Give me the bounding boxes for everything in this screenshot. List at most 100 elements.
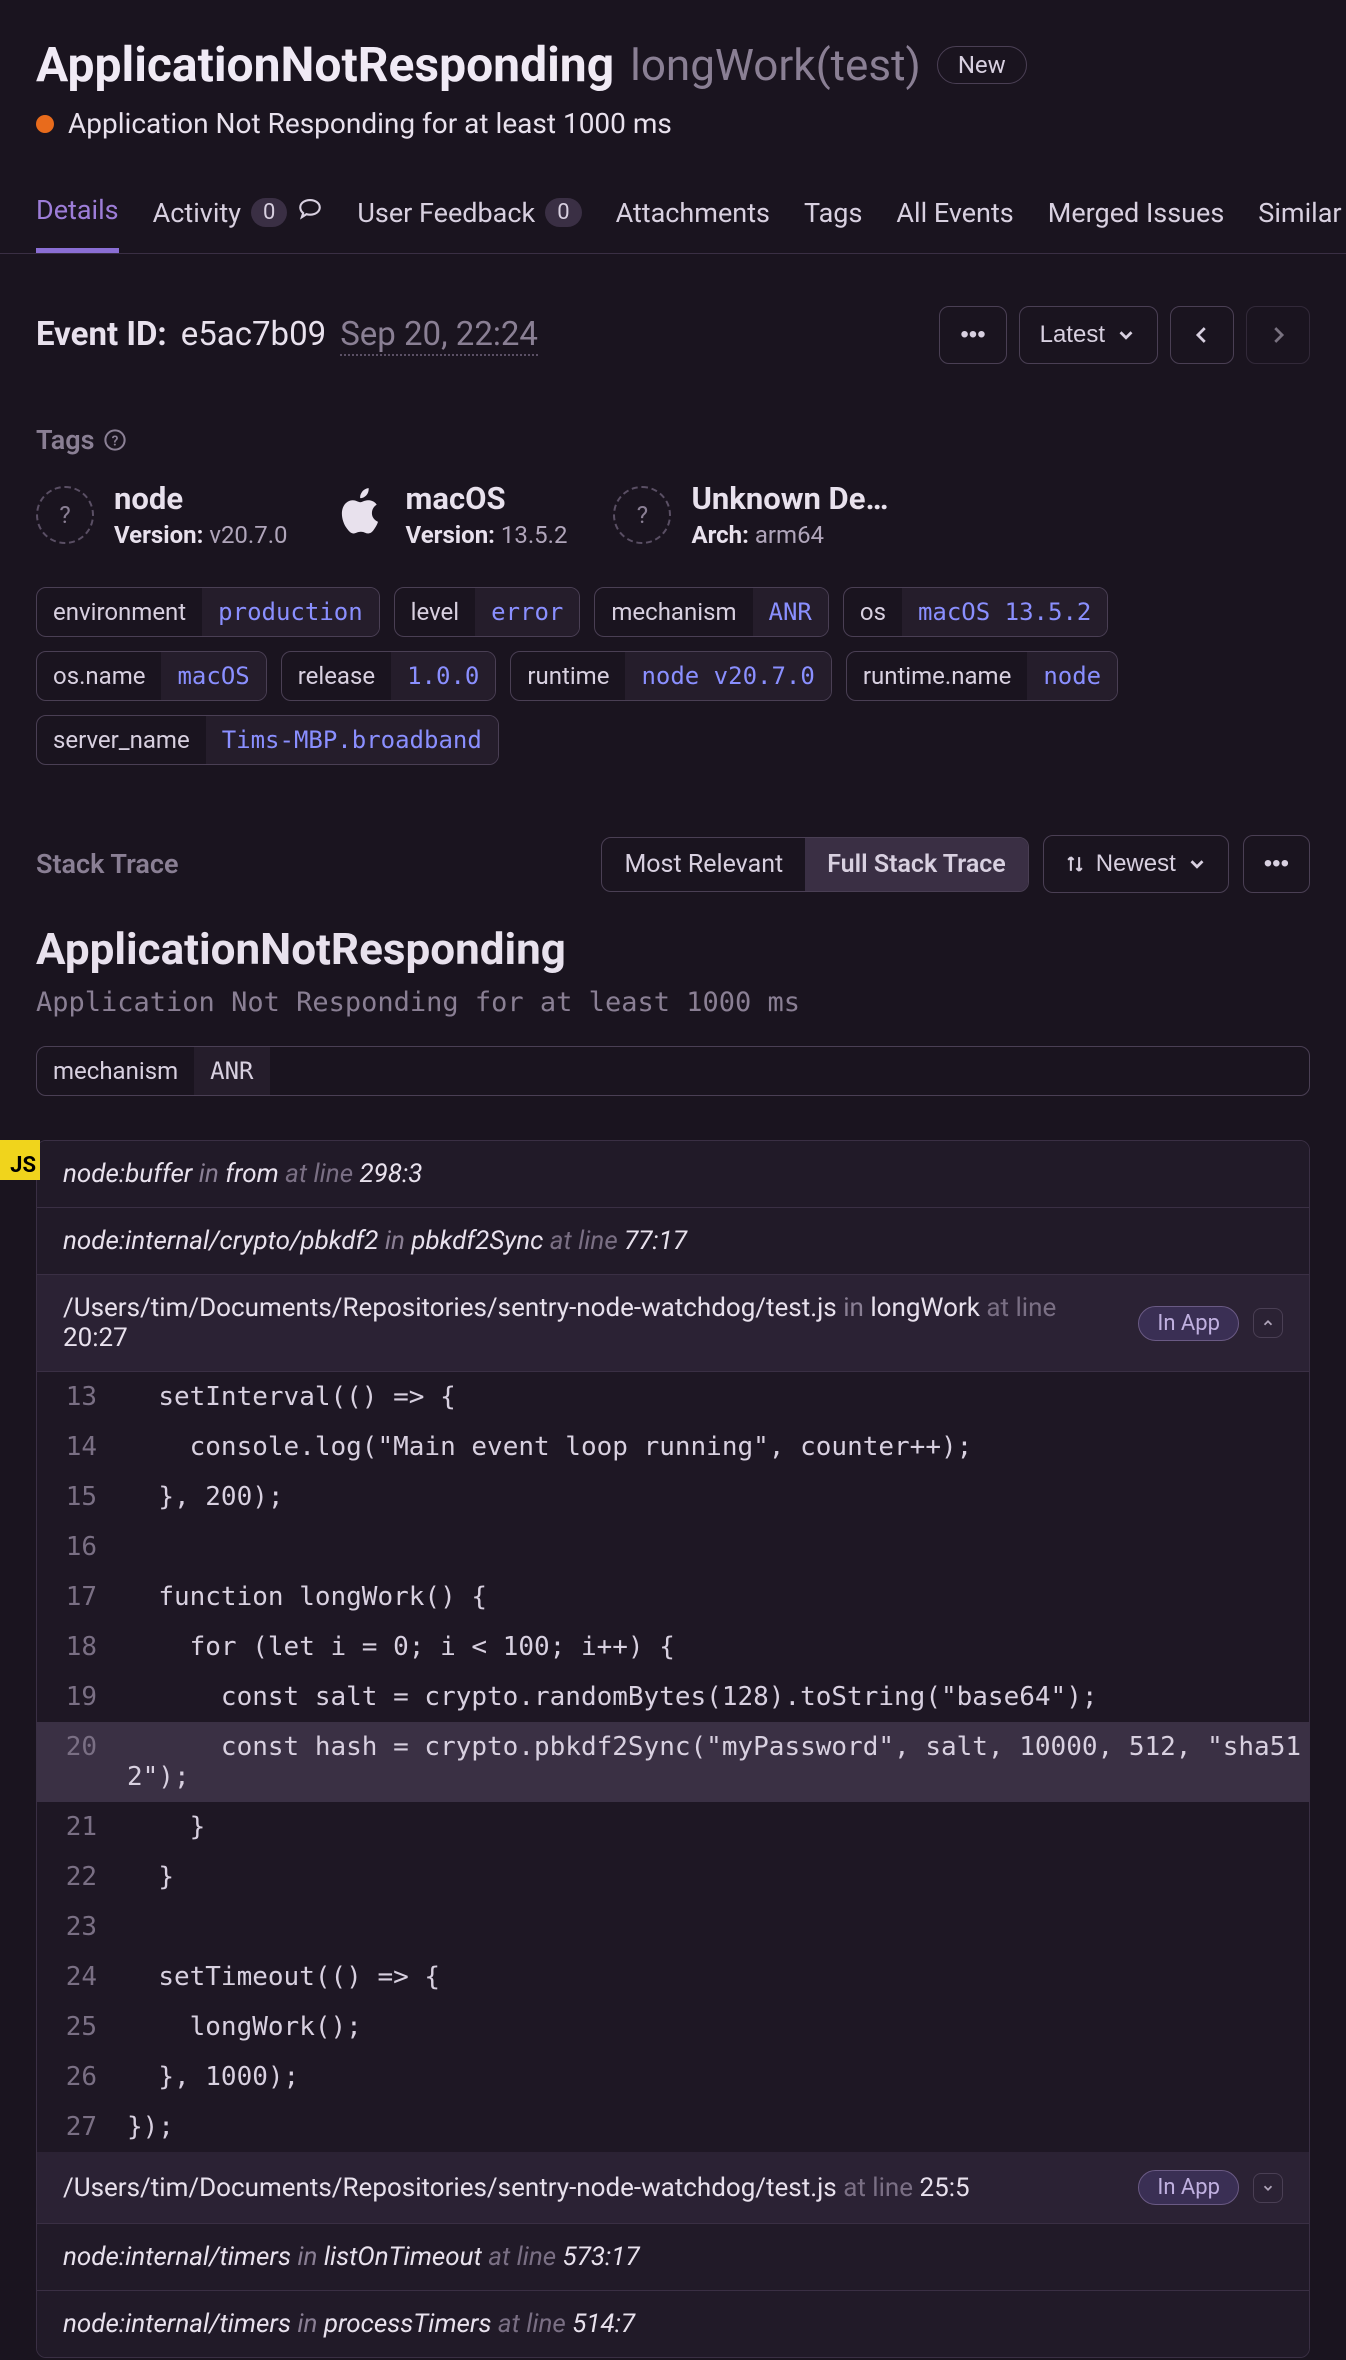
code-text: }, 200); [117,1472,1309,1522]
tags-section-heading: Tags [36,424,94,456]
line-number: 23 [37,1902,117,1952]
tag-value: node v20.7.0 [625,652,830,700]
tab-label: Activity [153,197,241,229]
tab-count-badge: 0 [545,198,581,227]
context-item-macos[interactable]: macOSVersion: 13.5.2 [334,480,568,549]
level-indicator-icon [36,115,54,133]
context-name: Unknown De… [691,480,888,517]
code-line: 15 }, 200); [37,1472,1309,1522]
frame-system[interactable]: node:buffer in from at line 298:3 [37,1141,1309,1208]
tag-release[interactable]: release1.0.0 [281,651,497,701]
frame-system[interactable]: node:internal/timers in listOnTimeout at… [37,2224,1309,2291]
tab-merged-issues[interactable]: Merged Issues [1048,194,1225,253]
tag-os[interactable]: osmacOS 13.5.2 [843,587,1108,637]
code-text: setInterval(() => { [117,1372,1309,1422]
tag-mechanism[interactable]: mechanismANR [594,587,829,637]
code-line: 17 function longWork() { [37,1572,1309,1622]
stack-view-full[interactable]: Full Stack Trace [805,838,1028,891]
code-text: setTimeout(() => { [117,1952,1309,2002]
context-item-unknownde[interactable]: ? Unknown De… Arch: arm64 [613,480,888,549]
code-line: 23 [37,1902,1309,1952]
event-next-button[interactable] [1246,306,1310,364]
tag-value: macOS 13.5.2 [902,588,1107,636]
tag-environment[interactable]: environmentproduction [36,587,380,637]
code-text: const hash = crypto.pbkdf2Sync("myPasswo… [117,1722,1309,1802]
frame-app[interactable]: /Users/tim/Documents/Repositories/sentry… [37,2152,1309,2224]
stack-sort-dropdown[interactable]: Newest [1043,835,1229,893]
stack-more-menu[interactable]: ••• [1243,835,1310,893]
event-id-label: Event ID: [36,315,167,354]
tag-key: runtime [511,652,625,700]
frame-line: 573:17 [563,2242,640,2272]
frame-system[interactable]: node:internal/crypto/pbkdf2 in pbkdf2Syn… [37,1208,1309,1275]
event-timestamp[interactable]: Sep 20, 22:24 [340,315,538,356]
tab-tags[interactable]: Tags [804,194,862,253]
frame-toggle-button[interactable] [1253,2173,1283,2203]
frame-toggle-button[interactable] [1253,1308,1283,1338]
help-icon[interactable]: ? [104,429,126,451]
event-prev-button[interactable] [1170,306,1234,364]
frame-app[interactable]: /Users/tim/Documents/Repositories/sentry… [37,1275,1309,1372]
tab-user-feedback[interactable]: User Feedback 0 [357,194,581,253]
tab-similar[interactable]: Similar [1258,194,1341,253]
code-text: }); [117,2102,1309,2152]
frame-list: node:buffer in from at line 298:3node:in… [36,1140,1310,2358]
tag-runtime-name[interactable]: runtime.namenode [846,651,1118,701]
stack-sort-label: Newest [1096,850,1176,878]
code-line: 22 } [37,1852,1309,1902]
event-actions-menu[interactable]: ••• [939,306,1006,364]
tag-key: mechanism [37,1047,194,1095]
tab-label: User Feedback [357,197,535,229]
exception-mechanism-tag[interactable]: mechanism ANR [36,1046,1310,1096]
frame-path: /Users/tim/Documents/Repositories/sentry… [63,2173,837,2203]
line-number: 27 [37,2102,117,2152]
code-line: 24 setTimeout(() => { [37,1952,1309,2002]
tag-value: ANR [194,1047,269,1095]
tab-label: Merged Issues [1048,197,1225,229]
line-number: 17 [37,1572,117,1622]
tag-runtime[interactable]: runtimenode v20.7.0 [510,651,831,701]
unknown-icon: ? [36,486,94,544]
tags-row: environmentproduction levelerror mechanism… [0,549,1346,765]
line-number: 15 [37,1472,117,1522]
tag-os-name[interactable]: os.namemacOS [36,651,267,701]
event-latest-label: Latest [1040,321,1105,349]
stack-view-most-relevant[interactable]: Most Relevant [602,838,805,891]
tag-value: node [1027,652,1117,700]
stack-trace-heading: Stack Trace [36,848,178,880]
svg-text:?: ? [112,434,119,450]
context-name: macOS [406,480,568,517]
tab-activity[interactable]: Activity 0 [153,194,324,253]
tab-attachments[interactable]: Attachments [616,194,770,253]
frame-path: /Users/tim/Documents/Repositories/sentry… [63,1293,837,1323]
unknown-icon: ? [613,486,671,544]
context-item-node[interactable]: ?nodeVersion: v20.7.0 [36,480,288,549]
code-line: 16 [37,1522,1309,1572]
frame-function: processTimers [324,2309,492,2339]
tag-key: release [282,652,391,700]
code-text: for (let i = 0; i < 100; i++) { [117,1622,1309,1672]
frame-system[interactable]: node:internal/timers in processTimers at… [37,2291,1309,2357]
code-text: function longWork() { [117,1572,1309,1622]
tag-server-name[interactable]: server_nameTims-MBP.broadband [36,715,499,765]
tag-key: mechanism [595,588,752,636]
chevron-down-icon [1186,853,1208,875]
issue-summary: Application Not Responding for at least … [68,107,672,140]
exception-type: ApplicationNotResponding [0,893,1346,975]
context-meta: Arch: arm64 [691,521,888,549]
tag-level[interactable]: levelerror [394,587,581,637]
tag-key: level [395,588,475,636]
frame-function: from [225,1159,279,1189]
tag-key: os.name [37,652,161,700]
tab-count-badge: 0 [251,198,287,227]
frame-function: longWork [870,1293,980,1323]
line-number: 24 [37,1952,117,2002]
frame-line: 25:5 [920,2173,970,2203]
code-text: longWork(); [117,2002,1309,2052]
tab-details[interactable]: Details [36,194,119,253]
tab-all-events[interactable]: All Events [896,194,1013,253]
event-latest-dropdown[interactable]: Latest [1019,306,1158,364]
tab-label: Attachments [616,197,770,229]
code-line: 25 longWork(); [37,2002,1309,2052]
line-number: 13 [37,1372,117,1422]
